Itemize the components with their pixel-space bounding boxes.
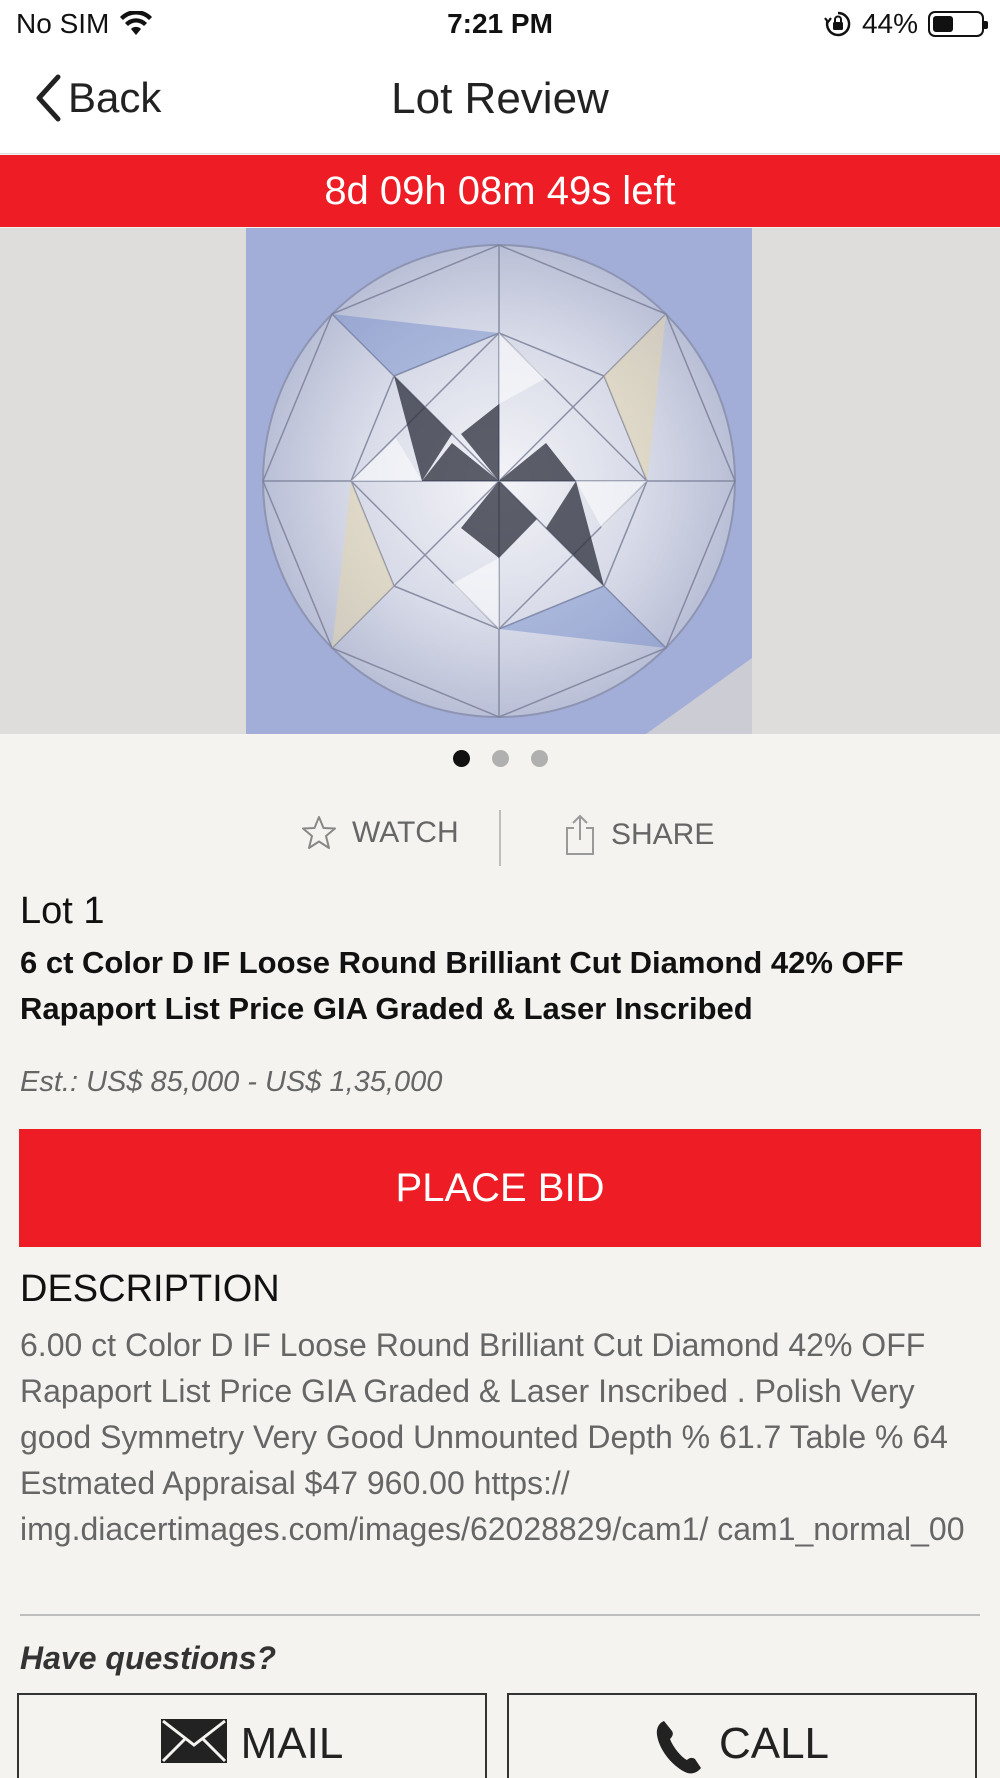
carousel-dot[interactable] [530, 750, 548, 767]
action-row: WATCH SHARE [0, 810, 1000, 866]
call-label: CALL [718, 1719, 830, 1768]
share-button[interactable]: SHARE [563, 814, 714, 856]
carousel-dot[interactable] [452, 750, 470, 767]
diamond-image [246, 228, 752, 734]
carousel-page-indicator[interactable] [0, 750, 1000, 767]
battery-percent: 44% [861, 8, 918, 39]
envelope-icon [160, 1719, 227, 1763]
back-button[interactable]: Back [34, 74, 161, 122]
battery-cap [984, 21, 988, 29]
call-button[interactable]: CALL [507, 1693, 977, 1778]
orientation-lock-icon [824, 11, 851, 37]
estimate-range: Est.: US$ 85,000 - US$ 1,35,000 [20, 1066, 443, 1098]
mail-label: MAIL [240, 1719, 344, 1768]
chevron-left-icon [36, 74, 61, 122]
carousel-dot[interactable] [491, 750, 509, 767]
diamond-illustration [246, 228, 752, 734]
battery-icon [928, 11, 988, 37]
questions-label: Have questions? [20, 1640, 277, 1676]
countdown-banner: 8d 09h 08m 49s left [0, 155, 1000, 227]
back-label: Back [68, 74, 162, 121]
status-bar: No SIM 7:21 PM 44% [0, 0, 1000, 50]
watch-label: WATCH [352, 816, 459, 849]
section-divider [20, 1614, 980, 1616]
status-right: 44% [824, 8, 988, 40]
phone-icon [656, 1721, 701, 1774]
description-heading: DESCRIPTION [20, 1268, 280, 1310]
share-label: SHARE [611, 818, 715, 851]
watch-button[interactable]: WATCH [300, 814, 459, 852]
place-bid-button[interactable]: PLACE BID [19, 1129, 981, 1247]
image-carousel[interactable] [0, 228, 1000, 734]
action-divider [499, 810, 501, 866]
star-icon [302, 816, 336, 849]
lot-title: 6 ct Color D IF Loose Round Brilliant Cu… [20, 945, 904, 1026]
battery-fill [933, 16, 953, 32]
nav-bar: Back Lot Review [0, 50, 1000, 154]
mail-button[interactable]: MAIL [17, 1693, 487, 1778]
lot-number: Lot 1 [20, 890, 105, 932]
description-text: 6.00 ct Color D IF Loose Round Brilliant… [20, 1327, 965, 1547]
share-icon [566, 814, 594, 855]
